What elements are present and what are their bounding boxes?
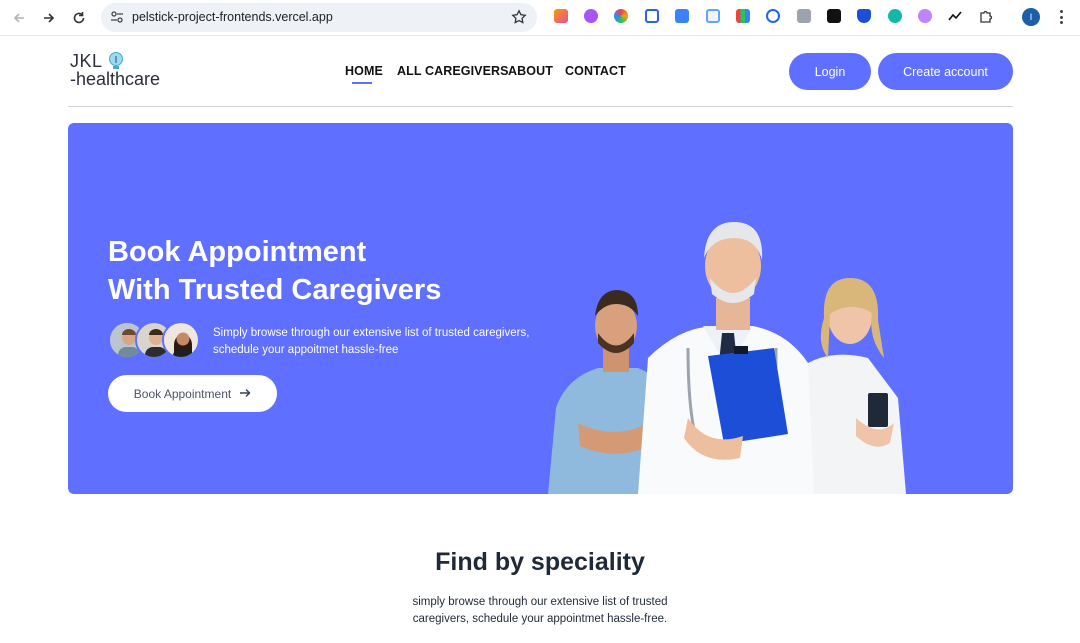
female-doctor-figure: [800, 278, 906, 494]
browser-toolbar: pelstick-project-frontends.vercel.app I: [0, 0, 1080, 36]
extension-fx-icon[interactable]: [827, 9, 841, 23]
book-appointment-button[interactable]: Book Appointment: [108, 375, 277, 412]
nav-all-caregivers[interactable]: ALL CAREGIVERS: [397, 64, 509, 78]
avatar: [162, 321, 200, 359]
speciality-title: Find by speciality: [435, 548, 645, 576]
extension-doc-icon[interactable]: [706, 9, 720, 23]
profile-avatar[interactable]: I: [1022, 8, 1040, 26]
extensions-puzzle-icon[interactable]: [979, 9, 993, 23]
extension-purple-icon[interactable]: [584, 9, 598, 23]
hero-subtitle: Simply browse through our extensive list…: [213, 325, 529, 359]
extension-download-icon[interactable]: [675, 9, 689, 23]
speciality-subtitle: simply browse through our extensive list…: [0, 594, 1080, 628]
extension-shield-icon[interactable]: [857, 9, 871, 23]
extension-pen-icon[interactable]: [554, 9, 568, 23]
menu-dots-icon[interactable]: [1054, 8, 1068, 26]
nav-about[interactable]: ABOUT: [508, 64, 553, 78]
hero-title: Book Appointment With Trusted Caregivers: [108, 233, 441, 309]
nav-home[interactable]: HOME: [345, 64, 383, 78]
site-settings-icon[interactable]: [109, 9, 125, 30]
caregiver-avatar-group: [108, 321, 204, 361]
extension-grid-icon[interactable]: [736, 9, 750, 23]
speciality-subtitle-line2: caregivers, schedule your appointmet has…: [412, 613, 668, 625]
site-logo[interactable]: JKL -healthcare: [70, 51, 178, 91]
nav-contact[interactable]: CONTACT: [565, 64, 626, 78]
active-nav-indicator: [352, 82, 372, 84]
extension-screen-icon[interactable]: [645, 9, 659, 23]
extension-circle-icon[interactable]: [766, 9, 780, 23]
extension-teal-icon[interactable]: [888, 9, 902, 23]
forward-icon[interactable]: [38, 7, 60, 29]
back-icon[interactable]: [8, 7, 30, 29]
hero-title-line1: Book Appointment: [108, 236, 367, 268]
caregivers-group-illustration: [548, 222, 906, 494]
url-text[interactable]: pelstick-project-frontends.vercel.app: [132, 10, 333, 24]
extension-color-wheel-icon[interactable]: [614, 9, 628, 23]
senior-doctor-figure: [638, 222, 814, 494]
login-button[interactable]: Login: [789, 53, 871, 90]
logo-text-line2: -healthcare: [70, 69, 161, 89]
speciality-subtitle-line1: simply browse through our extensive list…: [412, 596, 668, 608]
extension-chart-icon[interactable]: [948, 9, 962, 23]
header-divider: [68, 106, 1013, 107]
reload-icon[interactable]: [68, 7, 90, 29]
hero-banner: Book Appointment With Trusted Caregivers…: [68, 123, 1013, 494]
hero-title-line2: With Trusted Caregivers: [108, 274, 442, 306]
extension-cloud-icon[interactable]: [918, 9, 932, 23]
extension-camera-icon[interactable]: [797, 9, 811, 23]
create-account-button[interactable]: Create account: [878, 53, 1013, 90]
address-bar[interactable]: pelstick-project-frontends.vercel.app: [101, 3, 537, 32]
arrow-right-icon: [239, 387, 251, 401]
bookmark-star-icon[interactable]: [511, 9, 527, 30]
hero-subtitle-line2: schedule your appoitmet hassle-free: [213, 344, 399, 356]
book-appointment-label: Book Appointment: [133, 386, 232, 401]
hero-subtitle-line1: Simply browse through our extensive list…: [213, 327, 530, 339]
